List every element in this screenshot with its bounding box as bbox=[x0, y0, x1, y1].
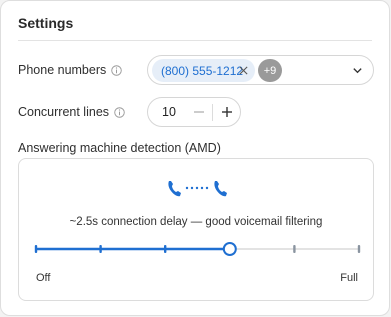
plus-icon[interactable] bbox=[221, 106, 233, 118]
phone-numbers-row-label: Phone numbers bbox=[18, 63, 122, 77]
concurrent-lines-row-label: Concurrent lines bbox=[18, 105, 125, 119]
concurrent-lines-label: Concurrent lines bbox=[18, 105, 110, 119]
chevron-down-icon[interactable] bbox=[352, 65, 363, 76]
close-icon[interactable] bbox=[238, 65, 249, 76]
divider bbox=[18, 40, 372, 41]
amd-section-label: Answering machine detection (AMD) bbox=[18, 141, 221, 155]
concurrent-lines-stepper[interactable]: 10 bbox=[147, 97, 241, 127]
slider-min-label: Off bbox=[36, 272, 51, 284]
slider-tick bbox=[164, 245, 167, 253]
settings-card: Settings Phone numbers (800) 555-1212 +9… bbox=[0, 0, 390, 316]
stepper-value[interactable]: 10 bbox=[162, 105, 176, 119]
slider-thumb[interactable] bbox=[222, 242, 237, 256]
amd-panel: ~2.5s connection delay — good voicemail … bbox=[18, 158, 374, 301]
stepper-divider bbox=[212, 104, 213, 121]
info-icon[interactable] bbox=[111, 64, 122, 76]
phone-numbers-label: Phone numbers bbox=[18, 63, 107, 77]
minus-icon[interactable] bbox=[193, 106, 205, 118]
info-icon[interactable] bbox=[114, 106, 125, 118]
slider-tick bbox=[357, 245, 361, 253]
settings-title: Settings bbox=[18, 15, 74, 31]
phone-number-chip-label: (800) 555-1212 bbox=[161, 63, 244, 78]
slider-tick bbox=[99, 245, 102, 253]
slider-tick bbox=[34, 245, 38, 253]
more-count-badge[interactable]: +9 bbox=[258, 59, 282, 82]
amd-slider[interactable] bbox=[34, 239, 361, 259]
slider-max-label: Full bbox=[340, 272, 358, 284]
amd-description: ~2.5s connection delay — good voicemail … bbox=[69, 216, 323, 228]
slider-tick bbox=[293, 245, 296, 253]
phone-numbers-select[interactable]: (800) 555-1212 +9 bbox=[147, 55, 374, 85]
phone-number-chip[interactable]: (800) 555-1212 bbox=[152, 59, 255, 82]
call-connection-icon bbox=[168, 181, 227, 197]
